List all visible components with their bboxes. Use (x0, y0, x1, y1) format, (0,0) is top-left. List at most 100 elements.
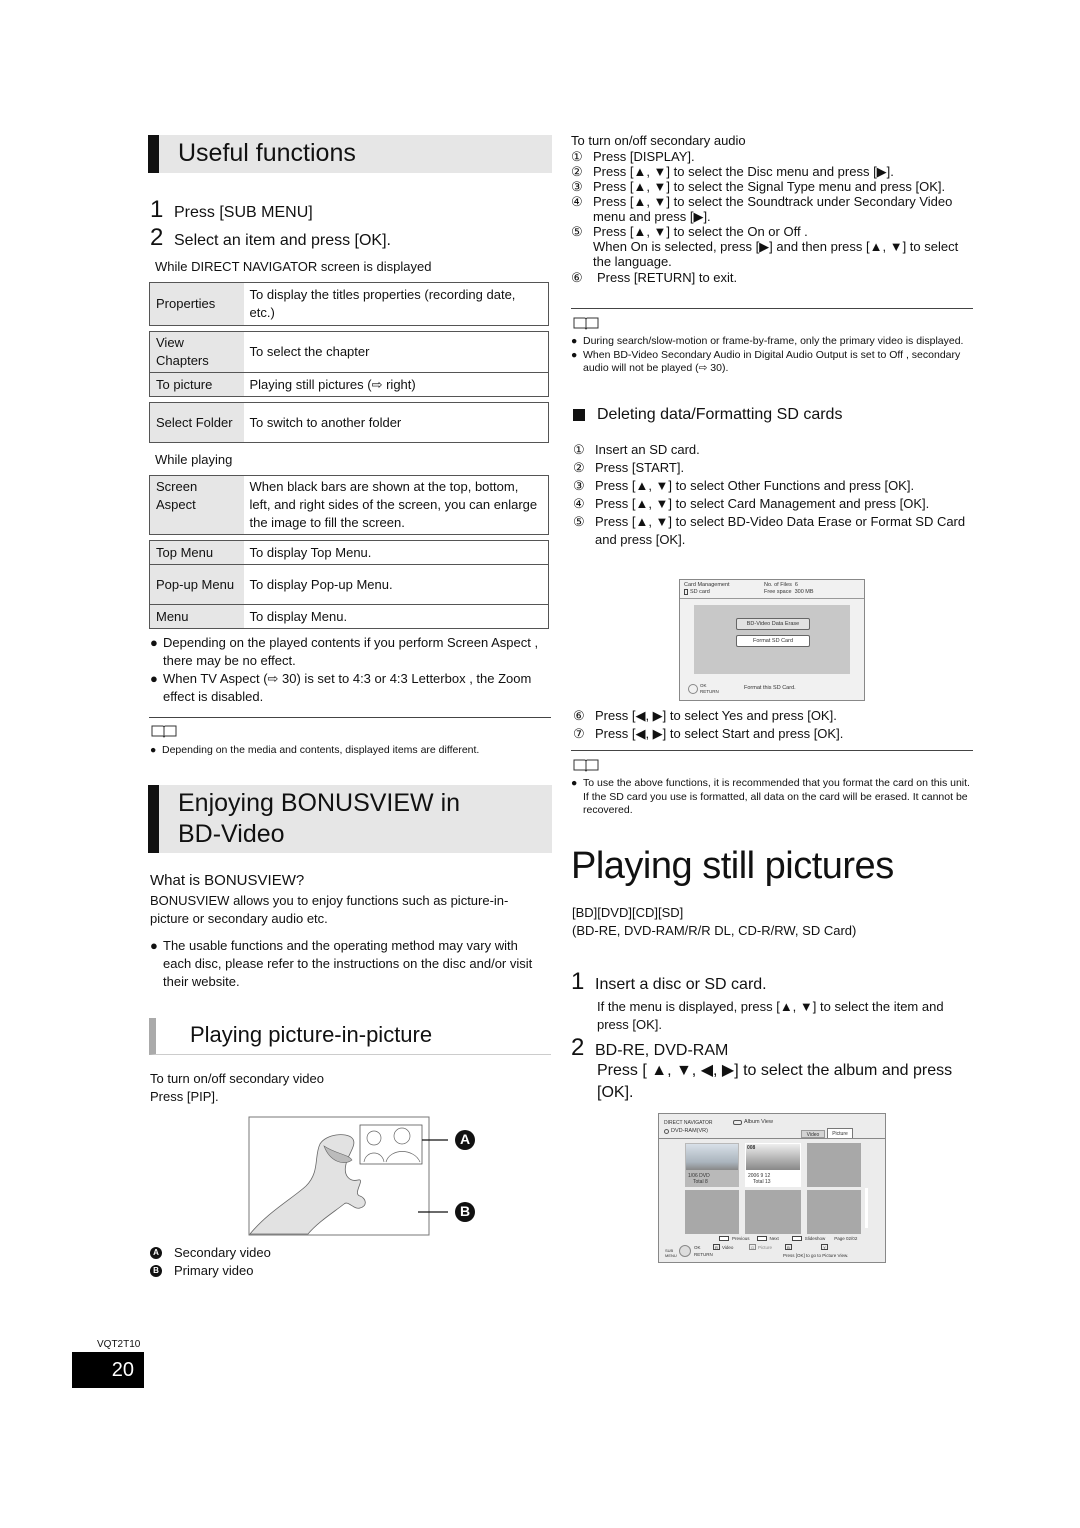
step-text: Select an item and press [OK]. (174, 232, 391, 249)
next-label[interactable]: Next (770, 1236, 779, 1241)
next-button-icon[interactable] (756, 1236, 767, 1241)
step-text: Press [▲, ▼] to select the Disc menu and… (593, 164, 894, 179)
list-item: ① Press [DISPLAY]. (571, 149, 971, 164)
step-marker: ② (571, 164, 583, 179)
album-thumb-empty[interactable] (807, 1143, 861, 1187)
step-marker: ③ (573, 478, 585, 493)
step-marker: ④ (573, 496, 585, 511)
divider (571, 750, 973, 751)
while-playing-table: Screen Aspect When black bars are shown a… (149, 475, 549, 629)
key-g-label: Picture (758, 1244, 773, 1250)
subsection-title: Deleting data/Formatting SD cards (597, 406, 843, 423)
table-key: View Chapters (149, 331, 244, 373)
album-thumb-empty[interactable] (745, 1190, 801, 1234)
label-a-marker: A (459, 1131, 471, 1147)
previous-button-icon[interactable] (719, 1236, 729, 1241)
table-row: Pop-up Menu To display Pop-up Menu. (149, 564, 549, 605)
tab-picture[interactable]: Picture (827, 1128, 853, 1138)
return-label: RETURN (694, 1252, 713, 1257)
note-text: When BD-Video Secondary Audio in Digital… (583, 348, 961, 375)
step-1: 1 Press [SUB MENU] (150, 197, 313, 226)
table-value: To display Pop-up Menu. (243, 564, 549, 605)
space-value: 300 MB (794, 589, 814, 595)
divider (149, 717, 551, 718)
slideshow-label[interactable]: Slideshow (805, 1236, 826, 1241)
yellow-key[interactable]: Y (821, 1244, 828, 1250)
tab-video[interactable]: Video (801, 1130, 825, 1138)
useful-note: ● Depending on the media and contents, di… (150, 744, 480, 756)
files-label: No. of Files (764, 582, 792, 588)
table-value: To select the chapter (243, 331, 549, 373)
format-sd-card-button[interactable]: Format SD Card (736, 635, 810, 647)
secondary-video-inset (359, 1124, 423, 1165)
device-label: DVD-RAM(VR) (664, 1128, 708, 1134)
legend-marker-a: A (150, 1247, 162, 1259)
step-text: Insert an SD card. (595, 442, 700, 457)
status-message: Format this SD Card. (744, 685, 796, 691)
key-r-label: Video (722, 1244, 734, 1250)
table2-caption: While playing (155, 452, 233, 467)
device-name: SD card (690, 589, 710, 595)
what-is-bonusview-heading: What is BONUSVIEW? (150, 872, 305, 889)
section-title: Useful functions (178, 139, 356, 167)
note-text: During search/slow-motion or frame-by-fr… (583, 335, 964, 347)
step-text: Insert a disc or SD card. (595, 976, 767, 993)
key-r-icon: R (713, 1244, 720, 1250)
media-tags: [BD][DVD][CD][SD] (572, 905, 684, 920)
table-row: View Chapters To select the chapter (149, 331, 549, 373)
disc-icon (664, 1128, 669, 1134)
red-key[interactable]: R Video (713, 1244, 733, 1250)
card-management-screen: Card Management SD card No. of Files 6 F… (679, 579, 865, 701)
page-number: 20 (72, 1352, 144, 1388)
screen-title: Card Management (684, 582, 730, 588)
album-view-label: Album View (733, 1119, 773, 1125)
label-b-marker: B (459, 1203, 471, 1219)
secondary-audio-notes: ● During search/slow-motion or frame-by-f… (571, 335, 976, 376)
secondary-audio-steps: ① Press [DISPLAY]. ② Press [▲, ▼] to selec… (571, 149, 971, 285)
subsection-title: Playing picture-in-picture (190, 1022, 433, 1047)
remote-dial-icon (688, 684, 698, 694)
step-text: Press [◀, ▶] to select Start and press [… (595, 726, 844, 741)
ok-label: OK (694, 1245, 701, 1250)
table-value: When black bars are shown at the top, bo… (243, 475, 549, 535)
bd-video-data-erase-button[interactable]: BD-Video Data Erase (736, 618, 810, 630)
slideshow-button-icon[interactable] (791, 1236, 802, 1241)
free-space: Free space 300 MB (764, 589, 814, 595)
page-indicator: Page 02/02 (834, 1236, 858, 1241)
album-thumb-empty[interactable] (807, 1190, 861, 1234)
table-key: Select Folder (149, 402, 244, 443)
divider (571, 308, 973, 309)
table-row: Menu To display Menu. (149, 604, 549, 629)
album-thumb-empty[interactable] (685, 1190, 739, 1234)
table-value: To display Top Menu. (243, 540, 549, 565)
scrollbar[interactable] (865, 1188, 868, 1228)
list-item: ⑤ Press [▲, ▼] to select the On or Off . … (571, 224, 971, 269)
legend-item: B Primary video (150, 1262, 271, 1280)
note-book-icon (573, 317, 599, 330)
green-key[interactable]: G Picture (749, 1244, 772, 1250)
blue-key[interactable]: B (785, 1244, 792, 1250)
previous-label[interactable]: Previous (732, 1236, 750, 1241)
screen-divider (659, 1138, 885, 1139)
table-key: Screen Aspect (149, 475, 244, 535)
list-item: ④ Press [▲, ▼] to select Card Management … (573, 495, 973, 513)
step-marker: ⑤ (573, 514, 585, 529)
navigator-title: DIRECT NAVIGATOR (664, 1120, 713, 1126)
folder-icon (733, 1119, 742, 1125)
pip-illustration (248, 1116, 475, 1236)
still-step-1: 1 Insert a disc or SD card. (571, 969, 767, 998)
album-thumb-2[interactable]: 008 2006 9 12 Total 13 (745, 1143, 801, 1187)
album-thumb-1[interactable]: 1/06 DVD Total 8 (685, 1143, 739, 1187)
list-item: ⑥ Press [◀, ▶] to select Yes and press [O… (573, 707, 973, 725)
legend-text: Primary video (174, 1263, 254, 1278)
sd-cards-steps-after: ⑥ Press [◀, ▶] to select Yes and press [O… (573, 707, 973, 743)
table-key: Pop-up Menu (149, 564, 244, 605)
step-marker: ① (573, 442, 585, 457)
table-row: To picture Playing still pictures (⇨ righ… (149, 372, 549, 397)
sd-card-icon (684, 589, 688, 595)
bullet-text: The usable functions and the operating m… (163, 938, 533, 989)
section-title-line2: BD-Video (178, 820, 285, 848)
ok-label: OK (700, 683, 707, 688)
secondary-audio-heading: To turn on/off secondary audio (571, 133, 746, 148)
media-description: (BD-RE, DVD-RAM/R/R DL, CD-R/RW, SD Card… (572, 923, 857, 938)
